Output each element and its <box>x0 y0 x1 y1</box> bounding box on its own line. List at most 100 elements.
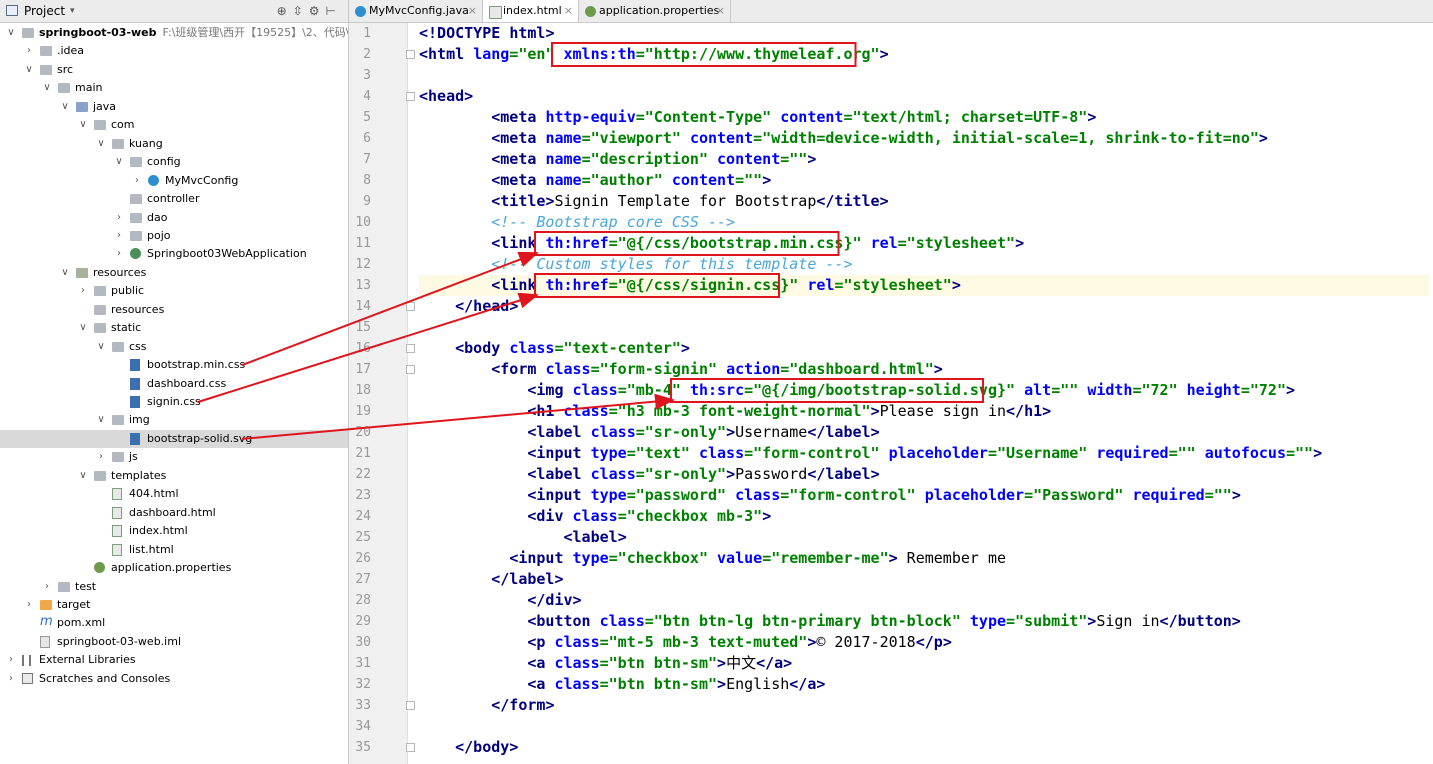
tree-item-dashboard-html[interactable]: dashboard.html <box>0 504 348 522</box>
code-line[interactable]: <input type="text" class="form-control" … <box>419 443 1429 464</box>
tree-item-signin-css[interactable]: signin.css <box>0 393 348 411</box>
fold-marker-icon[interactable] <box>406 344 415 353</box>
tree-item-templates[interactable]: ∨ templates <box>0 467 348 485</box>
crosshair-icon[interactable]: ⊕ <box>277 4 293 18</box>
tree-item-target[interactable]: › target <box>0 596 348 614</box>
chevron-down-icon[interactable]: ∨ <box>78 319 88 337</box>
chevron-down-icon[interactable]: ▾ <box>70 0 75 22</box>
fold-marker-icon[interactable] <box>406 743 415 752</box>
tree-item-public[interactable]: › public <box>0 282 348 300</box>
tree-item-pojo[interactable]: › pojo <box>0 227 348 245</box>
chevron-down-icon[interactable]: ∨ <box>24 61 34 79</box>
code-line[interactable]: </body> <box>419 737 1429 758</box>
code-line[interactable] <box>419 716 1429 737</box>
code-line[interactable]: <img class="mb-4" th:src="@{/img/bootstr… <box>419 380 1429 401</box>
tree-item-kuang[interactable]: ∨ kuang <box>0 135 348 153</box>
code-line[interactable]: <link th:href="@{/css/bootstrap.min.css}… <box>419 233 1429 254</box>
tree-item-static[interactable]: ∨ static <box>0 319 348 337</box>
code-line[interactable]: <h1 class="h3 mb-3 font-weight-normal">P… <box>419 401 1429 422</box>
tree-item-test[interactable]: › test <box>0 578 348 596</box>
code-line[interactable]: <meta http-equiv="Content-Type" content=… <box>419 107 1429 128</box>
code-line[interactable]: <label> <box>419 527 1429 548</box>
code-line[interactable]: <label class="sr-only">Password</label> <box>419 464 1429 485</box>
chevron-right-icon[interactable]: › <box>114 227 124 245</box>
tree-item-config[interactable]: ∨ config <box>0 153 348 171</box>
tree-item-springboot03webapplication[interactable]: › Springboot03WebApplication <box>0 245 348 263</box>
tab-mymvcconfig[interactable]: MyMvcConfig.java × <box>349 0 483 22</box>
fold-marker-icon[interactable] <box>406 701 415 710</box>
tree-item-java[interactable]: ∨ java <box>0 98 348 116</box>
tab-application-properties[interactable]: application.properties × <box>579 0 731 22</box>
chevron-right-icon[interactable]: › <box>114 209 124 227</box>
tree-item-dao[interactable]: › dao <box>0 209 348 227</box>
hide-icon[interactable]: ⊢ <box>326 4 342 18</box>
tree-item-external-libraries[interactable]: › External Libraries <box>0 651 348 669</box>
chevron-down-icon[interactable]: ∨ <box>78 467 88 485</box>
fold-marker-icon[interactable] <box>406 302 415 311</box>
tree-item-springboot-03-web[interactable]: ∨ springboot-03-web F:\班级管理\西开【19525】\2、代码… <box>0 24 348 42</box>
code-line[interactable]: <meta name="author" content=""> <box>419 170 1429 191</box>
code-line[interactable]: <form class="form-signin" action="dashbo… <box>419 359 1429 380</box>
code-line[interactable]: <button class="btn btn-lg btn-primary bt… <box>419 611 1429 632</box>
code-line[interactable]: <p class="mt-5 mb-3 text-muted">© 2017-2… <box>419 632 1429 653</box>
chevron-right-icon[interactable]: › <box>6 670 16 688</box>
tree-item-mymvcconfig[interactable]: › MyMvcConfig <box>0 172 348 190</box>
tree-item-src[interactable]: ∨ src <box>0 61 348 79</box>
tree-item-list-html[interactable]: list.html <box>0 541 348 559</box>
code-line[interactable]: <a class="btn btn-sm">中文</a> <box>419 653 1429 674</box>
tree-item-springboot-03-web-iml[interactable]: springboot-03-web.iml <box>0 633 348 651</box>
close-icon[interactable]: × <box>564 0 573 22</box>
collapse-icon[interactable]: ⇳ <box>293 4 309 18</box>
tab-index-html[interactable]: index.html × <box>483 0 579 22</box>
chevron-down-icon[interactable]: ∨ <box>78 116 88 134</box>
tree-item-resources[interactable]: ∨ resources <box>0 264 348 282</box>
chevron-right-icon[interactable]: › <box>42 578 52 596</box>
chevron-down-icon[interactable]: ∨ <box>42 79 52 97</box>
settings-icon[interactable]: ⚙ <box>309 4 326 18</box>
chevron-right-icon[interactable]: › <box>6 651 16 669</box>
tree-item-index-html[interactable]: index.html <box>0 522 348 540</box>
tree-item-bootstrap-min-css[interactable]: bootstrap.min.css <box>0 356 348 374</box>
code-line[interactable]: </form> <box>419 695 1429 716</box>
tree-item-resources[interactable]: resources <box>0 301 348 319</box>
code-line[interactable] <box>419 317 1429 338</box>
code-line[interactable]: </div> <box>419 590 1429 611</box>
chevron-down-icon[interactable]: ∨ <box>60 98 70 116</box>
tree-item-controller[interactable]: controller <box>0 190 348 208</box>
code-line[interactable]: <label class="sr-only">Username</label> <box>419 422 1429 443</box>
code-line[interactable]: </label> <box>419 569 1429 590</box>
code-line[interactable]: <input type="checkbox" value="remember-m… <box>419 548 1429 569</box>
chevron-down-icon[interactable]: ∨ <box>96 411 106 429</box>
tree-item-bootstrap-solid-svg[interactable]: bootstrap-solid.svg <box>0 429 348 448</box>
tree-item-application-properties[interactable]: application.properties <box>0 559 348 577</box>
code-line[interactable]: <title>Signin Template for Bootstrap</ti… <box>419 191 1429 212</box>
tree-item-scratches-and-consoles[interactable]: › Scratches and Consoles <box>0 670 348 688</box>
chevron-down-icon[interactable]: ∨ <box>60 264 70 282</box>
close-icon[interactable]: × <box>716 0 725 22</box>
code-line[interactable]: <meta name="description" content=""> <box>419 149 1429 170</box>
chevron-down-icon[interactable]: ∨ <box>96 135 106 153</box>
chevron-down-icon[interactable]: ∨ <box>114 153 124 171</box>
tree-item-idea[interactable]: › .idea <box>0 42 348 60</box>
code-line[interactable]: <a class="btn btn-sm">English</a> <box>419 674 1429 695</box>
code-line[interactable]: <!-- Custom styles for this template --> <box>419 254 1429 275</box>
chevron-down-icon[interactable]: ∨ <box>96 338 106 356</box>
tree-item-js[interactable]: › js <box>0 448 348 466</box>
tree-item-pom-xml[interactable]: m pom.xml <box>0 614 348 632</box>
fold-marker-icon[interactable] <box>406 50 415 59</box>
code-line[interactable]: </head> <box>419 296 1429 317</box>
chevron-down-icon[interactable]: ∨ <box>6 24 16 42</box>
close-icon[interactable]: × <box>468 0 477 22</box>
code-line[interactable]: <input type="password" class="form-contr… <box>419 485 1429 506</box>
tree-item-css[interactable]: ∨ css <box>0 338 348 356</box>
code-editor[interactable]: 1 2 3 4 5 6 7 8 9 10 11 12 13 14 15 16 17 18 19 20 21 22 23 24 2… <box>349 23 1433 764</box>
fold-marker-icon[interactable] <box>406 92 415 101</box>
chevron-right-icon[interactable]: › <box>78 282 88 300</box>
code-line[interactable]: <head> <box>419 86 1429 107</box>
tree-item-main[interactable]: ∨ main <box>0 79 348 97</box>
chevron-right-icon[interactable]: › <box>114 245 124 263</box>
code-line[interactable]: <div class="checkbox mb-3"> <box>419 506 1429 527</box>
chevron-right-icon[interactable]: › <box>132 172 142 190</box>
code-line[interactable]: <html lang="en" xmlns:th="http://www.thy… <box>419 44 1429 65</box>
tree-item-com[interactable]: ∨ com <box>0 116 348 134</box>
